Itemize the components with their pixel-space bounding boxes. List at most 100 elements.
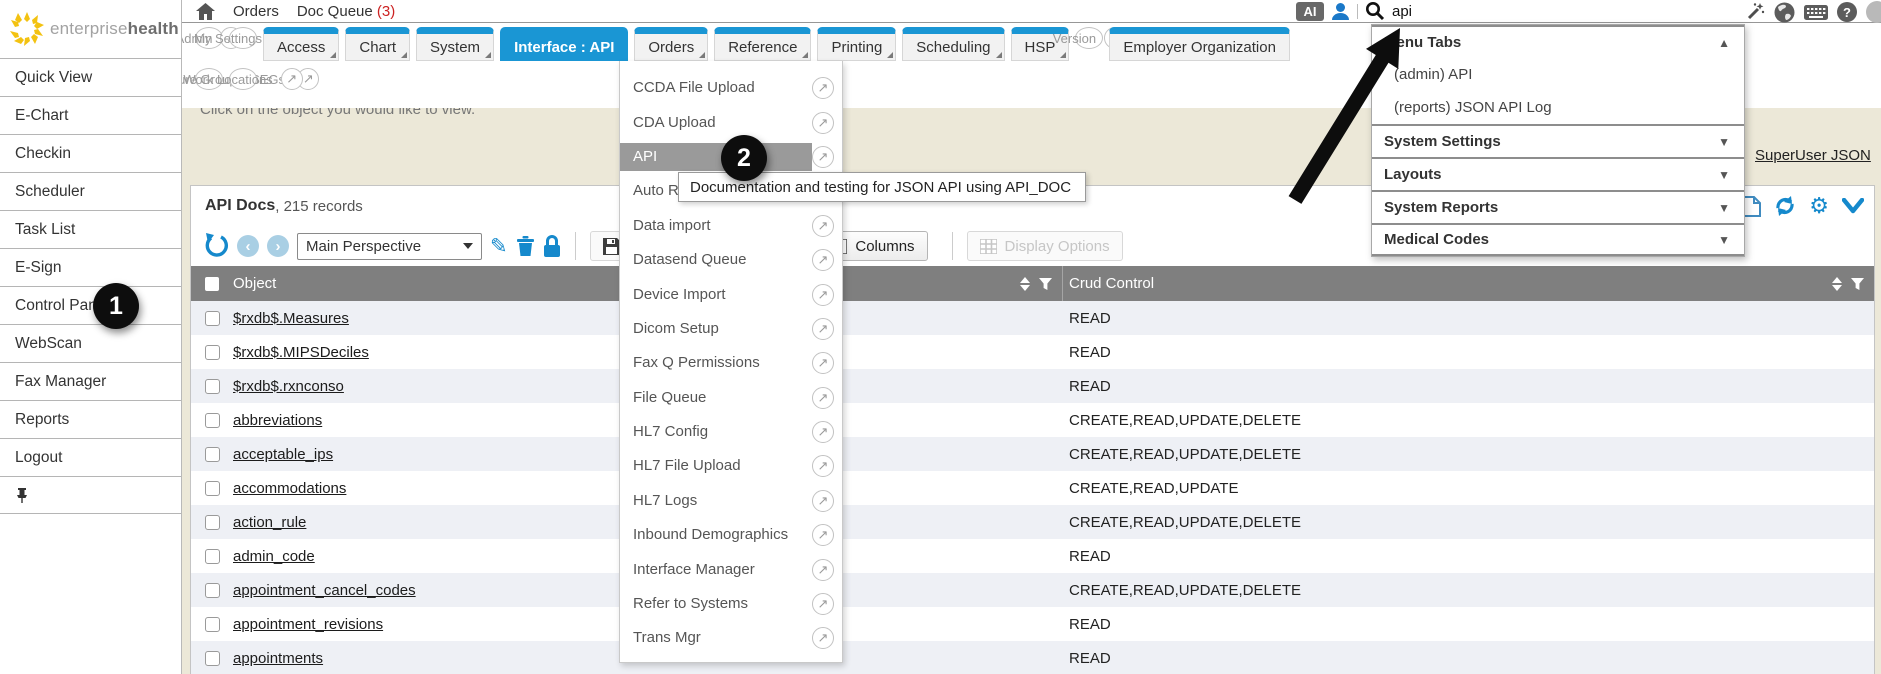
popout-icon[interactable]: ↗ bbox=[812, 352, 834, 374]
sidebar-item[interactable]: Checkin bbox=[0, 134, 181, 172]
column-header-object[interactable]: Object bbox=[233, 275, 276, 292]
sidebar-item[interactable]: Scheduler bbox=[0, 172, 181, 210]
search-dropdown-row[interactable]: System Settings ▼ bbox=[1372, 124, 1744, 157]
ai-badge[interactable]: AI bbox=[1296, 2, 1324, 21]
row-checkbox[interactable] bbox=[205, 379, 220, 394]
menu-item[interactable]: HL7 Config ↗ bbox=[620, 415, 842, 449]
search-dropdown-row[interactable]: Menu Tabs ▲ bbox=[1372, 25, 1744, 58]
section-arrow-icon[interactable]: ▼ bbox=[1718, 201, 1730, 215]
tab[interactable]: Version ↗ bbox=[1075, 27, 1103, 49]
filter-icon[interactable] bbox=[1851, 278, 1864, 290]
search-dropdown-row[interactable]: Layouts ▼ bbox=[1372, 157, 1744, 190]
menu-item[interactable]: Device Import ↗ bbox=[620, 277, 842, 311]
search-input[interactable]: api bbox=[1392, 3, 1412, 20]
popout-icon[interactable]: ↗ bbox=[812, 112, 834, 134]
doc-queue-link[interactable]: Doc Queue (3) bbox=[297, 3, 395, 20]
popout-icon[interactable]: ↗ bbox=[812, 215, 834, 237]
sidebar-item[interactable]: Logout bbox=[0, 438, 181, 476]
sort-icon[interactable] bbox=[1832, 277, 1842, 291]
menu-item[interactable]: Refer to Systems ↗ bbox=[620, 587, 842, 621]
gear-icon[interactable]: ⚙ bbox=[1809, 195, 1829, 217]
help-icon[interactable]: ? bbox=[1837, 2, 1857, 22]
sidebar-item[interactable]: Control Panel bbox=[0, 286, 181, 324]
tab[interactable]: Interface : API bbox=[500, 27, 628, 61]
section-arrow-icon[interactable]: ▼ bbox=[1718, 135, 1730, 149]
search-dropdown-row[interactable]: (admin) API bbox=[1372, 58, 1744, 91]
row-checkbox[interactable] bbox=[205, 617, 220, 632]
menu-item[interactable]: Trans Mgr ↗ bbox=[620, 621, 842, 655]
keyboard-icon[interactable] bbox=[1804, 4, 1828, 21]
popout-icon[interactable]: ↗ bbox=[812, 284, 834, 306]
tab[interactable]: Employer Organization bbox=[1109, 27, 1290, 61]
popout-icon[interactable]: ↗ bbox=[812, 627, 834, 649]
tab[interactable]: Printing bbox=[817, 27, 896, 61]
globe-icon[interactable] bbox=[1774, 2, 1795, 23]
filter-icon[interactable] bbox=[1039, 278, 1052, 290]
popout-icon[interactable]: ↗ bbox=[812, 524, 834, 546]
sidebar-item[interactable]: Quick View bbox=[0, 58, 181, 96]
superuser-json-link[interactable]: SuperUser JSON bbox=[1755, 147, 1871, 164]
popout-icon[interactable]: ↗ bbox=[281, 68, 303, 90]
search-dropdown-row[interactable]: Medical Codes ▼ bbox=[1372, 223, 1744, 256]
user-icon[interactable] bbox=[1331, 2, 1350, 21]
close-icon[interactable] bbox=[1866, 1, 1881, 23]
wand-icon[interactable] bbox=[1745, 2, 1765, 22]
tab[interactable]: Access bbox=[263, 27, 339, 61]
sort-icon[interactable] bbox=[1020, 277, 1030, 291]
search-icon[interactable] bbox=[1365, 1, 1385, 21]
refresh-icon[interactable] bbox=[1774, 195, 1796, 217]
chevron-down-icon[interactable] bbox=[1842, 198, 1864, 215]
sidebar-item[interactable]: WebScan bbox=[0, 324, 181, 362]
tab[interactable]: My Settings ↗ bbox=[229, 27, 257, 49]
row-checkbox[interactable] bbox=[205, 651, 220, 666]
object-link[interactable]: $rxdb$.rxnconso bbox=[233, 378, 344, 395]
popout-icon[interactable]: ↗ bbox=[812, 490, 834, 512]
object-link[interactable]: $rxdb$.MIPSDeciles bbox=[233, 344, 369, 361]
prev-page-icon[interactable]: ‹ bbox=[237, 235, 259, 257]
object-link[interactable]: abbreviations bbox=[233, 412, 322, 429]
search-dropdown-row[interactable]: System Reports ▼ bbox=[1372, 190, 1744, 223]
next-page-icon[interactable]: › bbox=[267, 235, 289, 257]
object-link[interactable]: accommodations bbox=[233, 480, 346, 497]
popout-icon[interactable]: ↗ bbox=[812, 77, 834, 99]
popout-icon[interactable]: ↗ bbox=[812, 455, 834, 477]
menu-item[interactable]: File Queue ↗ bbox=[620, 381, 842, 415]
menu-item[interactable]: Inbound Demographics ↗ bbox=[620, 518, 842, 552]
popout-icon[interactable]: ↗ bbox=[812, 249, 834, 271]
menu-item[interactable]: CCDA File Upload ↗ bbox=[620, 71, 842, 105]
popout-icon[interactable]: ↗ bbox=[812, 318, 834, 340]
row-checkbox[interactable] bbox=[205, 583, 220, 598]
section-arrow-icon[interactable]: ▼ bbox=[1718, 168, 1730, 182]
row-checkbox[interactable] bbox=[205, 345, 220, 360]
section-arrow-icon[interactable]: ▼ bbox=[1718, 233, 1730, 247]
orders-link[interactable]: Orders bbox=[233, 3, 279, 20]
popout-icon[interactable]: ↗ bbox=[812, 146, 834, 168]
sidebar-pin-row[interactable] bbox=[0, 476, 181, 514]
sidebar-item[interactable]: E-Chart bbox=[0, 96, 181, 134]
new-document-icon[interactable] bbox=[1743, 196, 1761, 217]
row-checkbox[interactable] bbox=[205, 311, 220, 326]
lock-icon[interactable] bbox=[543, 235, 561, 258]
perspective-select[interactable]: Main Perspective bbox=[297, 233, 482, 260]
row-checkbox[interactable] bbox=[205, 413, 220, 428]
object-link[interactable]: $rxdb$.Measures bbox=[233, 310, 349, 327]
menu-item[interactable]: Dicom Setup ↗ bbox=[620, 312, 842, 346]
tab[interactable]: Scheduling bbox=[902, 27, 1004, 61]
section-arrow-icon[interactable]: ▲ bbox=[1718, 36, 1730, 50]
select-all-checkbox[interactable] bbox=[205, 277, 219, 291]
display-options-button[interactable]: Display Options bbox=[967, 231, 1123, 261]
popout-icon[interactable]: ↗ bbox=[812, 559, 834, 581]
sidebar-item[interactable]: Fax Manager bbox=[0, 362, 181, 400]
sidebar-item[interactable]: E-Sign bbox=[0, 248, 181, 286]
row-checkbox[interactable] bbox=[205, 515, 220, 530]
row-checkbox[interactable] bbox=[205, 447, 220, 462]
sidebar-item[interactable]: Reports bbox=[0, 400, 181, 438]
sidebar-item[interactable]: Task List bbox=[0, 210, 181, 248]
object-link[interactable]: appointment_cancel_codes bbox=[233, 582, 416, 599]
object-link[interactable]: admin_code bbox=[233, 548, 315, 565]
tab[interactable]: Orders bbox=[634, 27, 708, 61]
menu-item[interactable]: CDA Upload ↗ bbox=[620, 105, 842, 139]
menu-item[interactable]: Data import ↗ bbox=[620, 209, 842, 243]
popout-icon[interactable]: ↗ bbox=[812, 421, 834, 443]
menu-item[interactable]: Fax Q Permissions ↗ bbox=[620, 346, 842, 380]
